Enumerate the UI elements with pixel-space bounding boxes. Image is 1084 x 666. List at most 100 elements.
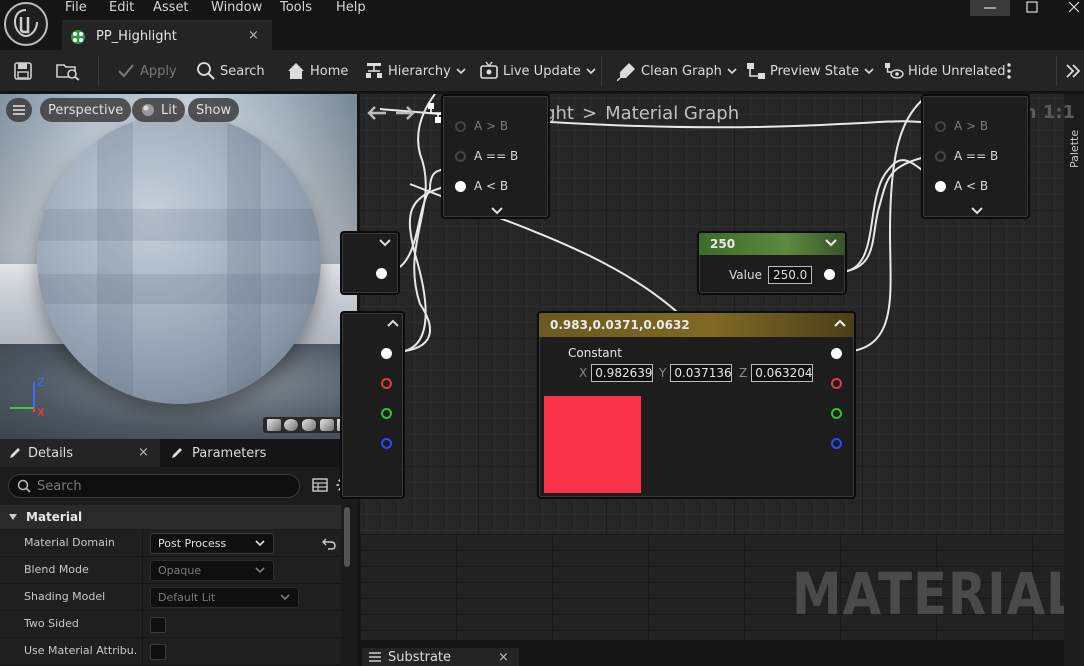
live-update-button[interactable]: Live Update <box>479 60 600 82</box>
tab-parameters[interactable]: Parameters <box>168 439 266 467</box>
lit-button[interactable]: Lit <box>132 98 185 122</box>
chevron-down-icon <box>586 68 596 75</box>
expand-node-icon[interactable] <box>491 206 503 216</box>
use-material-attributes-checkbox[interactable] <box>150 644 166 660</box>
if-right-pin-gt[interactable]: A > B <box>935 119 988 133</box>
expand-node-icon[interactable] <box>971 206 983 216</box>
reset-to-default-icon[interactable] <box>322 536 336 553</box>
two-sided-checkbox[interactable] <box>150 617 166 633</box>
home-button[interactable]: Home <box>286 60 348 82</box>
menu-edit[interactable]: Edit <box>109 0 134 15</box>
constant-z-field[interactable]: 0.063204 <box>751 364 814 382</box>
output-pin[interactable] <box>376 268 387 279</box>
expand-toolbar-icon[interactable] <box>1064 60 1084 82</box>
browse-asset-icon[interactable] <box>55 60 85 82</box>
close-window-button[interactable] <box>1054 0 1084 16</box>
table-view-icon[interactable] <box>312 478 328 495</box>
use-material-attributes-label: Use Material Attribu... <box>24 644 136 657</box>
chevron-down-icon[interactable] <box>825 238 837 248</box>
clean-graph-button[interactable]: Clean Graph <box>617 60 741 82</box>
material-domain-value: Post Process <box>158 537 227 550</box>
constant-node-header[interactable]: 0.983,0.0371,0.0632 <box>539 313 854 337</box>
forward-arrow-icon[interactable] <box>394 104 416 122</box>
details-search-field[interactable] <box>8 474 300 498</box>
details-search-input[interactable] <box>37 478 277 494</box>
constant-y-field[interactable]: 0.037136 <box>670 364 733 382</box>
collapse-node-icon[interactable] <box>834 318 846 328</box>
vector-node-partial[interactable] <box>340 311 405 499</box>
tab-details[interactable]: Details × <box>0 439 160 467</box>
substrate-tab[interactable]: Substrate × <box>362 648 519 666</box>
output-pin-rgb[interactable] <box>381 348 392 359</box>
pencil-icon <box>10 448 20 458</box>
menu-file[interactable]: File <box>65 0 87 15</box>
menu-window[interactable]: Window <box>211 0 262 15</box>
menu-asset[interactable]: Asset <box>153 0 189 15</box>
scalar-output-pin[interactable] <box>824 269 835 280</box>
unreal-logo-icon[interactable] <box>4 2 48 46</box>
output-pin-g[interactable] <box>381 408 392 419</box>
constant-vector-node[interactable]: 0.983,0.0371,0.0632 Constant X 0.982639 … <box>537 311 856 499</box>
details-scrollbar[interactable] <box>343 505 351 666</box>
if-left-pin-eq[interactable]: A == B <box>455 149 518 163</box>
constant-y-row: Y 0.037136 <box>659 364 733 382</box>
hierarchy-button[interactable]: Hierarchy <box>364 60 470 82</box>
viewport-menu-icon[interactable] <box>6 98 32 122</box>
document-tab[interactable]: PP_Highlight × <box>62 20 272 50</box>
search-button[interactable]: Search <box>196 60 265 82</box>
tab-details-close-icon[interactable]: × <box>138 445 149 460</box>
document-tab-close-icon[interactable]: × <box>248 28 259 43</box>
plane-shape-icon[interactable] <box>301 419 316 431</box>
apply-button[interactable]: Apply <box>116 60 177 82</box>
output-pin-b[interactable] <box>381 438 392 449</box>
if-left-pin-lt[interactable]: A < B <box>455 179 508 193</box>
constant-x-field[interactable]: 0.982639 <box>591 364 654 382</box>
preview-viewport[interactable]: Perspective Lit Show Z X <box>0 94 357 439</box>
preview-state-button[interactable]: Preview State <box>746 60 878 82</box>
back-arrow-icon[interactable] <box>366 104 388 122</box>
material-section-header[interactable]: Material <box>0 505 341 529</box>
shading-model-dropdown[interactable]: Default Lit <box>150 587 299 608</box>
chevron-down-icon <box>864 68 874 75</box>
if-right-pin-eq[interactable]: A == B <box>935 149 998 163</box>
output-pin-r[interactable] <box>381 378 392 389</box>
menu-tools[interactable]: Tools <box>280 0 312 15</box>
scalar-node-250[interactable]: 250 Value 250.0 <box>697 231 847 295</box>
if-right-pin-lt[interactable]: A < B <box>935 179 988 193</box>
menu-help[interactable]: Help <box>336 0 366 15</box>
constant-output-pin-b[interactable] <box>831 438 842 449</box>
preview-state-label: Preview State <box>770 63 860 79</box>
palette-tab[interactable]: Palette <box>1068 130 1081 168</box>
blend-mode-dropdown[interactable]: Opaque <box>150 560 274 581</box>
minimize-button[interactable] <box>970 0 1010 16</box>
if-node-left[interactable]: A > B A == B A < B <box>441 94 550 219</box>
perspective-button[interactable]: Perspective <box>40 98 132 122</box>
substrate-tab-close-icon[interactable]: × <box>498 650 509 665</box>
palette-strip <box>1064 94 1084 666</box>
constant-z-label: Z <box>739 366 748 380</box>
cylinder-shape-icon[interactable] <box>266 419 281 431</box>
constant-output-pin-rgb[interactable] <box>831 348 842 359</box>
scalar-node-partial[interactable] <box>340 231 400 295</box>
scalar-node-header[interactable]: 250 <box>699 233 845 255</box>
maximize-button[interactable] <box>1012 0 1052 16</box>
collapse-node-icon[interactable] <box>387 318 399 328</box>
show-button[interactable]: Show <box>188 98 240 122</box>
if-node-right[interactable]: A > B A == B A < B <box>921 94 1030 219</box>
clean-graph-label: Clean Graph <box>641 63 722 79</box>
constant-output-pin-g[interactable] <box>831 408 842 419</box>
blend-mode-label: Blend Mode <box>24 563 89 576</box>
tab-parameters-label: Parameters <box>192 445 267 461</box>
material-domain-dropdown[interactable]: Post Process <box>150 533 274 554</box>
save-icon[interactable] <box>13 60 37 82</box>
cube-shape-icon[interactable] <box>319 419 334 431</box>
scalar-value-field[interactable]: 250.0 <box>767 266 813 284</box>
more-options-icon[interactable] <box>1004 60 1018 82</box>
axis-z-label: Z <box>37 376 45 389</box>
sphere-shape-icon[interactable] <box>284 419 299 431</box>
constant-output-pin-r[interactable] <box>831 378 842 389</box>
hide-unrelated-button[interactable]: Hide Unrelated <box>884 60 1006 82</box>
chevron-down-icon <box>255 540 265 547</box>
if-left-pin-gt[interactable]: A > B <box>455 119 508 133</box>
collapse-node-icon[interactable] <box>379 238 391 248</box>
